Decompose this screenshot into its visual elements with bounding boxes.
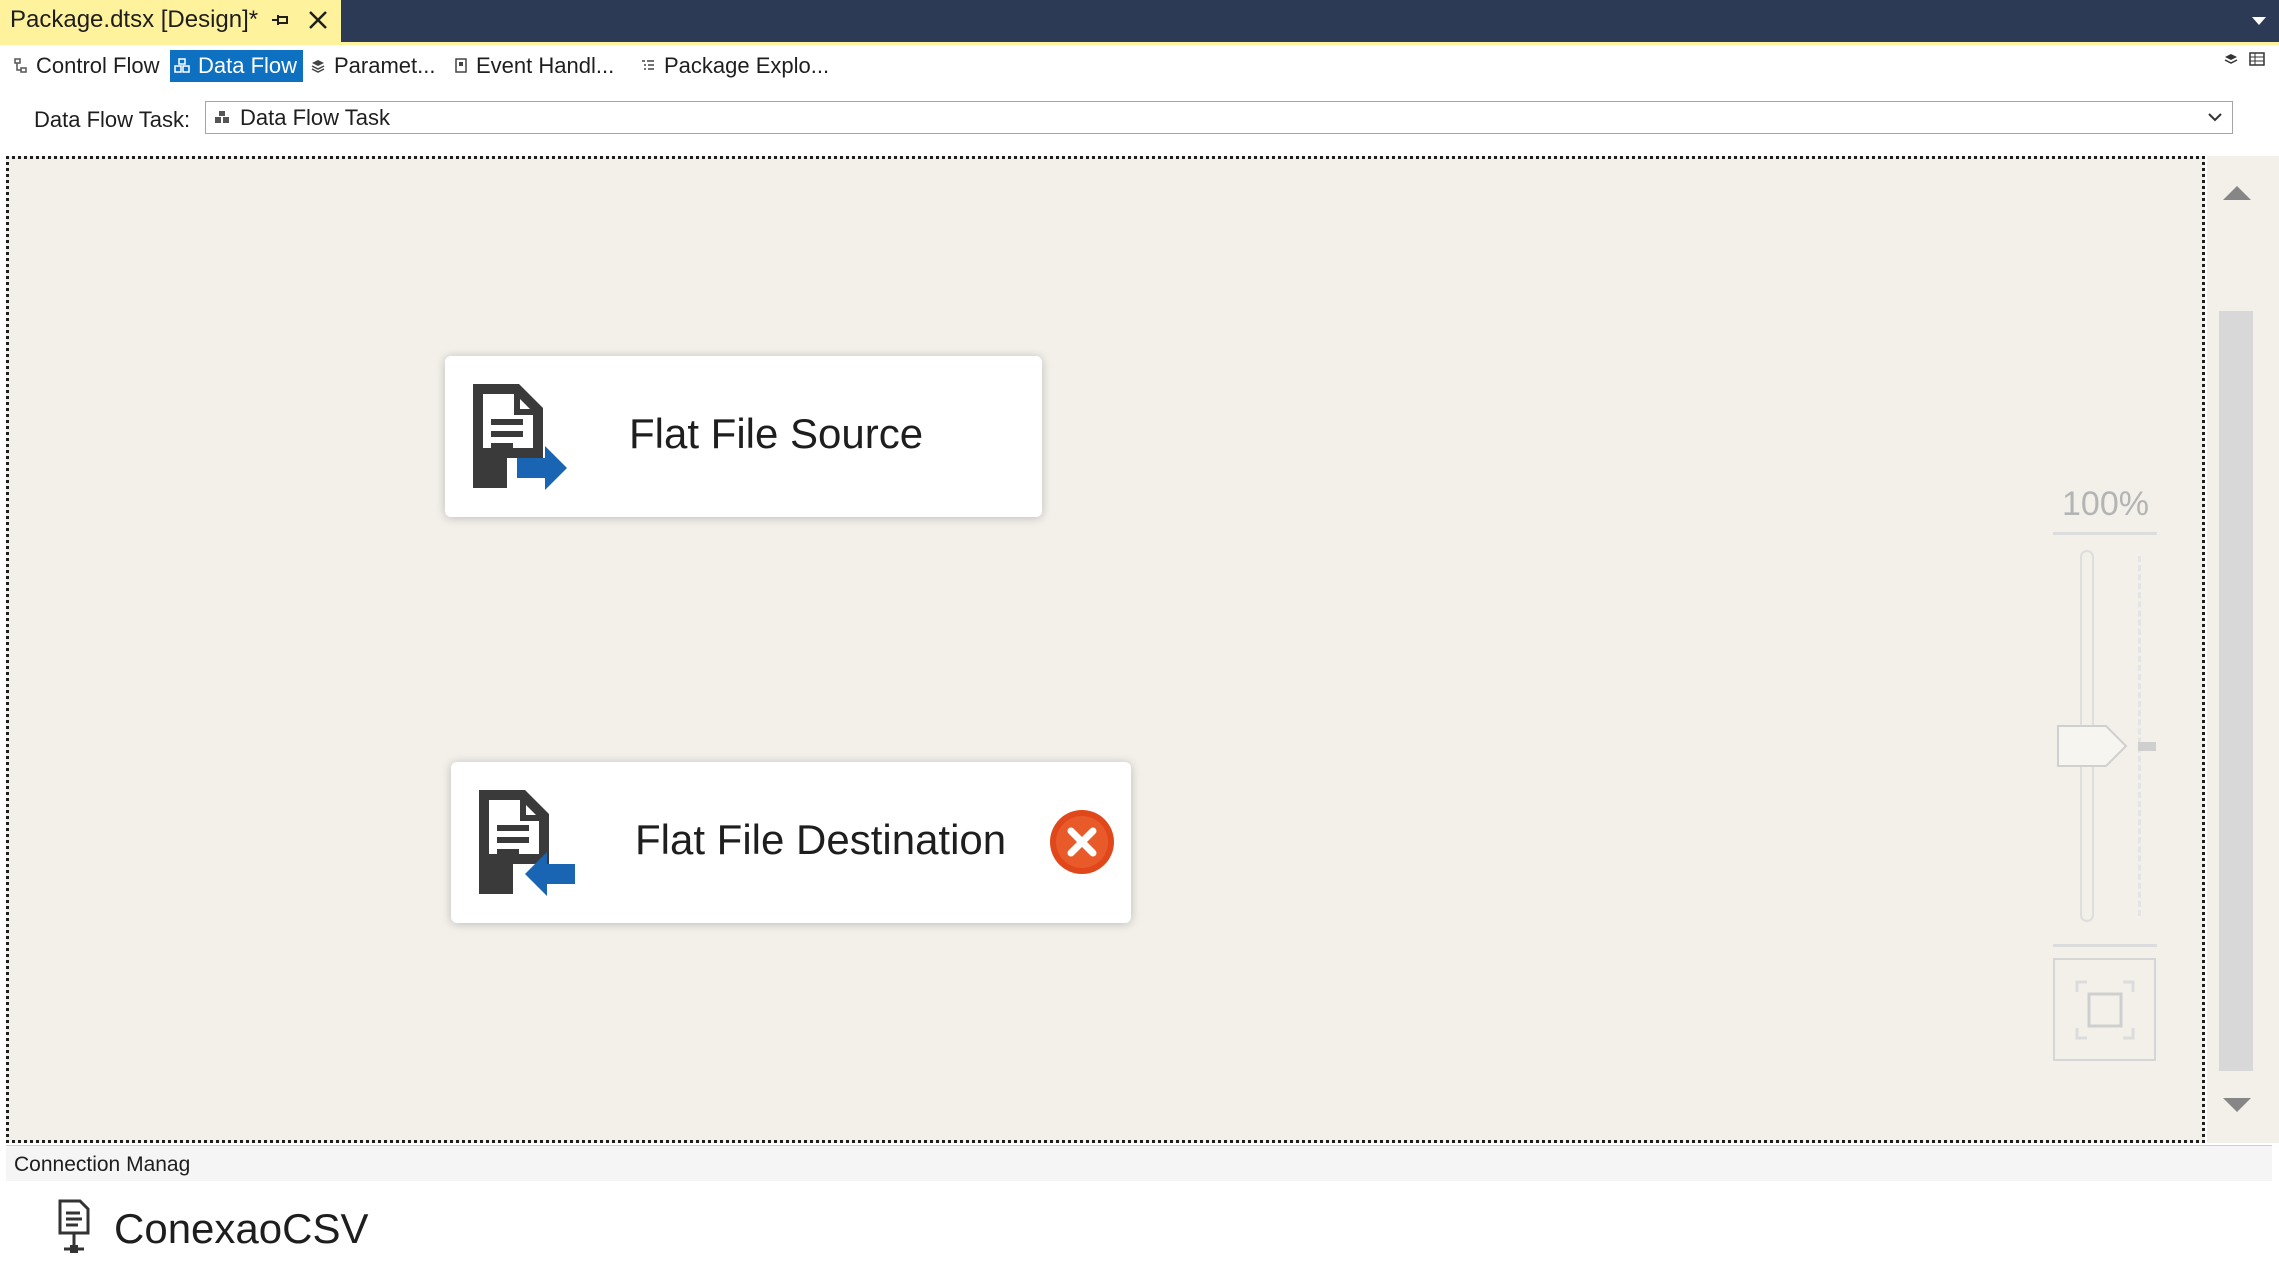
event-handlers-icon (455, 58, 467, 73)
tab-parameters[interactable]: Paramet... (306, 50, 441, 82)
connection-managers-area: ConexaoCSV (6, 1181, 2272, 1276)
flat-file-destination-icon (479, 790, 575, 896)
vertical-scrollbar[interactable] (2207, 156, 2279, 1143)
designer-toolbar-icons (2223, 51, 2265, 67)
grid-view-icon[interactable] (2249, 51, 2265, 67)
data-flow-task-value: Data Flow Task (240, 104, 390, 130)
data-flow-canvas[interactable]: Flat File Source Flat File Destination (6, 156, 2205, 1143)
tab-label: Package Explo... (664, 53, 830, 78)
chevron-down-icon (2208, 113, 2222, 122)
tab-event-handlers[interactable]: Event Handl... (450, 50, 620, 82)
layers-icon[interactable] (2223, 51, 2239, 67)
tab-label: Event Handl... (476, 53, 615, 78)
connection-managers-title: Connection Manag (14, 1153, 191, 1176)
tab-label: Paramet... (334, 53, 436, 78)
scroll-up-icon[interactable] (2221, 184, 2253, 202)
connection-manager-name: ConexaoCSV (114, 1205, 369, 1252)
close-icon[interactable] (304, 6, 332, 34)
parameters-icon (311, 60, 325, 73)
component-flat-file-source[interactable]: Flat File Source (445, 356, 1042, 517)
zoom-divider (2053, 532, 2157, 535)
package-explorer-icon (642, 60, 654, 70)
zoom-slider-thumb[interactable] (2056, 722, 2162, 770)
component-flat-file-destination[interactable]: Flat File Destination (451, 762, 1131, 923)
document-tab-package[interactable]: Package.dtsx [Design]* (0, 0, 341, 42)
tab-data-flow[interactable]: Data Flow (170, 50, 304, 82)
designer-tabs: Control Flow Data Flow Paramet... Event … (0, 45, 2279, 85)
tab-control-flow[interactable]: Control Flow (10, 50, 165, 82)
tab-package-explorer[interactable]: Package Explo... (636, 50, 835, 82)
data-flow-task-dropdown[interactable]: Data Flow Task (205, 101, 2233, 134)
fit-to-window-icon (2075, 980, 2135, 1040)
data-flow-task-label: Data Flow Task: (34, 107, 191, 132)
tab-label: Control Flow (36, 53, 160, 78)
component-name: Flat File Source (629, 410, 924, 457)
control-flow-icon (14, 58, 27, 73)
component-name: Flat File Destination (635, 816, 1007, 863)
zoom-to-fit-button[interactable] (2053, 958, 2156, 1061)
scroll-down-icon[interactable] (2221, 1096, 2253, 1114)
pin-icon[interactable] (268, 8, 292, 32)
document-tab-strip: Package.dtsx [Design]* (0, 0, 2279, 42)
data-flow-icon (174, 58, 190, 73)
flat-file-connection-icon (58, 1199, 90, 1253)
flat-file-source-icon (473, 384, 567, 490)
connection-manager-item[interactable]: ConexaoCSV (54, 1199, 368, 1259)
connection-managers-header: Connection Manag (6, 1145, 2272, 1182)
zoom-level-label: 100% (2062, 485, 2149, 523)
tab-label: Data Flow (198, 53, 298, 78)
scrollbar-thumb[interactable] (2219, 311, 2253, 1071)
zoom-divider (2053, 944, 2157, 947)
data-flow-task-row: Data Flow Task: Data Flow Task (0, 85, 2279, 155)
document-tab-title: Package.dtsx [Design]* (10, 5, 259, 33)
error-icon[interactable] (1049, 809, 1115, 875)
tab-list-dropdown-icon[interactable] (2249, 14, 2269, 28)
data-flow-task-icon (215, 110, 229, 123)
